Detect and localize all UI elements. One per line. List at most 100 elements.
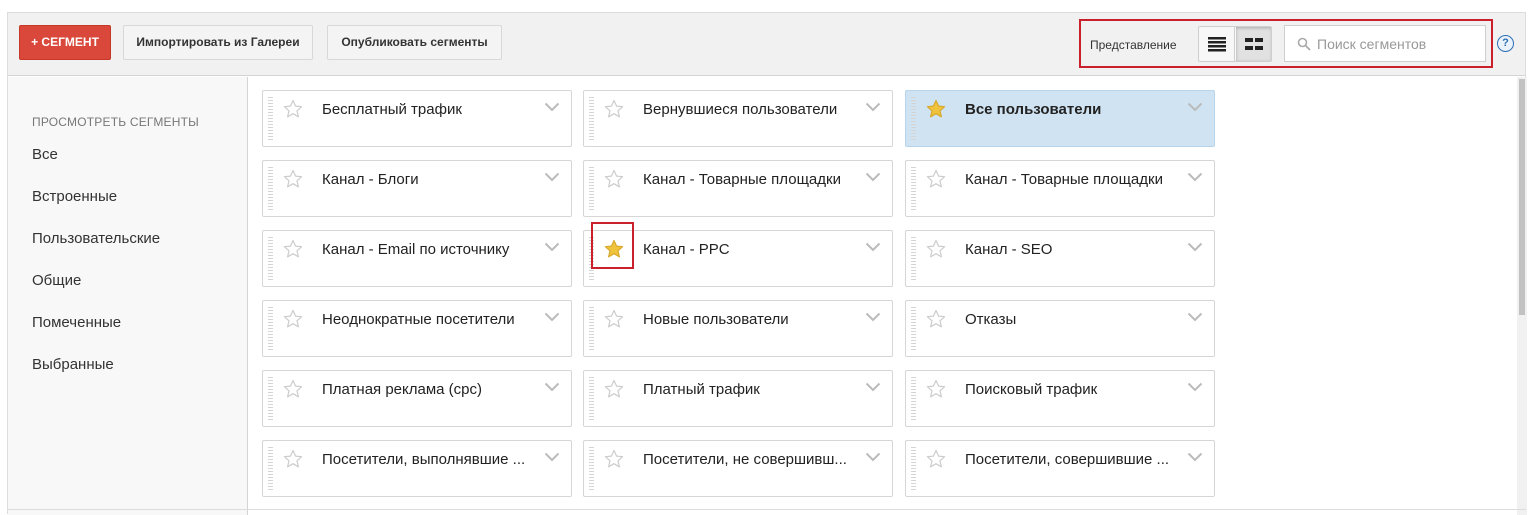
segment-label: Посетители, не совершивш... [643,451,847,468]
publish-segments-button[interactable]: Опубликовать сегменты [327,25,502,60]
drag-handle[interactable] [268,97,273,142]
sidebar-item-starred[interactable]: Помеченные [8,302,247,344]
segment-card[interactable]: Все пользователи [905,90,1215,147]
search-icon [1297,37,1311,51]
star-icon[interactable] [604,449,624,469]
chevron-down-icon[interactable] [544,382,560,392]
drag-handle[interactable] [589,377,594,422]
star-icon[interactable] [283,99,303,119]
drag-handle[interactable] [911,307,916,352]
segment-card[interactable]: Вернувшиеся пользователи [583,90,893,147]
segment-label: Все пользователи [965,101,1102,118]
star-icon[interactable] [926,99,946,119]
chevron-down-icon[interactable] [865,102,881,112]
drag-handle[interactable] [589,307,594,352]
drag-handle[interactable] [911,377,916,422]
segment-card[interactable]: Поисковый трафик [905,370,1215,427]
scrollbar-thumb[interactable] [1519,79,1525,315]
sidebar-item-all[interactable]: Все [8,134,247,176]
drag-handle[interactable] [589,447,594,492]
drag-handle[interactable] [911,167,916,212]
star-icon[interactable] [283,449,303,469]
segment-label: Канал - SEO [965,241,1053,258]
segment-card[interactable]: Канал - Товарные площадки [905,160,1215,217]
star-icon[interactable] [926,309,946,329]
star-icon[interactable] [604,309,624,329]
new-segment-button[interactable]: + СЕГМЕНТ [19,25,111,60]
drag-handle[interactable] [268,447,273,492]
segment-card[interactable]: Канал - Товарные площадки [583,160,893,217]
star-icon[interactable] [926,169,946,189]
sidebar-item-label: Встроенные [32,188,118,205]
scrollbar[interactable] [1517,77,1527,515]
chevron-down-icon[interactable] [1187,242,1203,252]
sidebar-item-custom[interactable]: Пользовательские [8,218,247,260]
toolbar: + СЕГМЕНТ Импортировать из Галереи Опубл… [8,13,1525,76]
segment-card[interactable]: Платный трафик [583,370,893,427]
segment-card[interactable]: Канал - Блоги [262,160,572,217]
drag-handle[interactable] [268,237,273,282]
sidebar-item-selected[interactable]: Выбранные [8,344,247,386]
list-view-button[interactable] [1199,27,1235,61]
chevron-down-icon[interactable] [1187,452,1203,462]
chevron-down-icon[interactable] [1187,382,1203,392]
star-icon[interactable] [283,239,303,259]
chevron-down-icon[interactable] [544,452,560,462]
chevron-down-icon[interactable] [1187,312,1203,322]
chevron-down-icon[interactable] [544,312,560,322]
segment-card[interactable]: Новые пользователи [583,300,893,357]
drag-handle[interactable] [911,237,916,282]
chevron-down-icon[interactable] [544,242,560,252]
search-input[interactable] [1317,34,1477,54]
star-icon[interactable] [926,379,946,399]
star-icon[interactable] [283,309,303,329]
segment-label: Канал - Товарные площадки [965,171,1163,188]
segment-label: Поисковый трафик [965,381,1098,398]
star-icon[interactable] [283,169,303,189]
segment-card[interactable]: Посетители, не совершивш... [583,440,893,497]
chevron-down-icon[interactable] [865,312,881,322]
star-icon[interactable] [926,239,946,259]
segment-card[interactable]: Неоднократные посетители [262,300,572,357]
drag-handle[interactable] [589,237,594,282]
sidebar-item-shared[interactable]: Общие [8,260,247,302]
drag-handle[interactable] [268,307,273,352]
star-icon[interactable] [604,239,624,259]
segment-card[interactable]: Канал - SEO [905,230,1215,287]
chevron-down-icon[interactable] [544,102,560,112]
drag-handle[interactable] [589,97,594,142]
drag-handle[interactable] [589,167,594,212]
import-from-gallery-button[interactable]: Импортировать из Галереи [123,25,313,60]
segment-card[interactable]: Отказы [905,300,1215,357]
segment-card[interactable]: Канал - Email по источнику [262,230,572,287]
star-icon[interactable] [604,379,624,399]
chevron-down-icon[interactable] [544,172,560,182]
segment-card[interactable]: Платная реклама (cpc) [262,370,572,427]
segment-card[interactable]: Посетители, совершившие ... [905,440,1215,497]
drag-handle[interactable] [911,97,916,142]
chevron-down-icon[interactable] [865,242,881,252]
star-icon[interactable] [604,169,624,189]
star-icon[interactable] [604,99,624,119]
star-icon[interactable] [283,379,303,399]
star-icon[interactable] [926,449,946,469]
chevron-down-icon[interactable] [865,452,881,462]
segment-label: Неоднократные посетители [322,311,515,328]
chevron-down-icon[interactable] [865,172,881,182]
drag-handle[interactable] [268,377,273,422]
segment-card[interactable]: Посетители, выполнявшие ... [262,440,572,497]
segment-label: Платный трафик [643,381,760,398]
grid-view-button[interactable] [1236,27,1271,61]
sidebar-item-label: Выбранные [32,356,114,373]
drag-handle[interactable] [268,167,273,212]
sidebar: ПРОСМОТРЕТЬ СЕГМЕНТЫ Все Встроенные Поль… [8,77,248,515]
segment-label: Посетители, совершившие ... [965,451,1170,468]
help-icon[interactable]: ? [1497,35,1514,52]
sidebar-item-built-in[interactable]: Встроенные [8,176,247,218]
chevron-down-icon[interactable] [1187,102,1203,112]
drag-handle[interactable] [911,447,916,492]
chevron-down-icon[interactable] [865,382,881,392]
segment-card[interactable]: Канал - PPC [583,230,893,287]
chevron-down-icon[interactable] [1187,172,1203,182]
segment-card[interactable]: Бесплатный трафик [262,90,572,147]
